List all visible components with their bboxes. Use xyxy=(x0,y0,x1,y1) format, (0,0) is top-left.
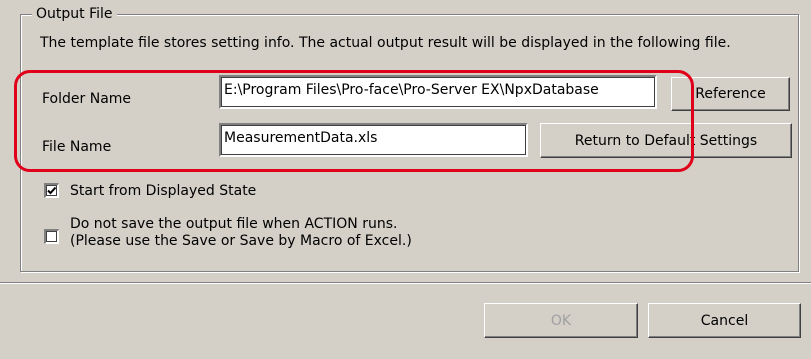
file-name-label: File Name xyxy=(42,139,112,155)
reference-button[interactable]: Reference xyxy=(671,77,790,111)
group-title: Output File xyxy=(32,5,117,23)
group-description: The template file stores setting info. T… xyxy=(40,35,731,51)
no-save-label-line1: Do not save the output file when ACTION … xyxy=(70,216,398,232)
checkmark-icon xyxy=(47,186,57,195)
folder-name-input[interactable]: E:\Program Files\Pro-face\Pro-Server EX\… xyxy=(219,75,657,109)
dialog-separator xyxy=(0,282,811,284)
file-name-input[interactable]: MeasurementData.xls xyxy=(219,123,528,157)
ok-button[interactable]: OK xyxy=(484,303,638,338)
start-displayed-label: Start from Displayed State xyxy=(70,183,257,199)
folder-name-label: Folder Name xyxy=(42,91,132,107)
cancel-button[interactable]: Cancel xyxy=(648,303,801,338)
no-save-checkbox[interactable] xyxy=(44,229,59,244)
start-displayed-checkbox[interactable] xyxy=(44,183,59,198)
no-save-label-line2: (Please use the Save or Save by Macro of… xyxy=(70,233,412,249)
return-to-default-button[interactable]: Return to Default Settings xyxy=(540,123,792,158)
